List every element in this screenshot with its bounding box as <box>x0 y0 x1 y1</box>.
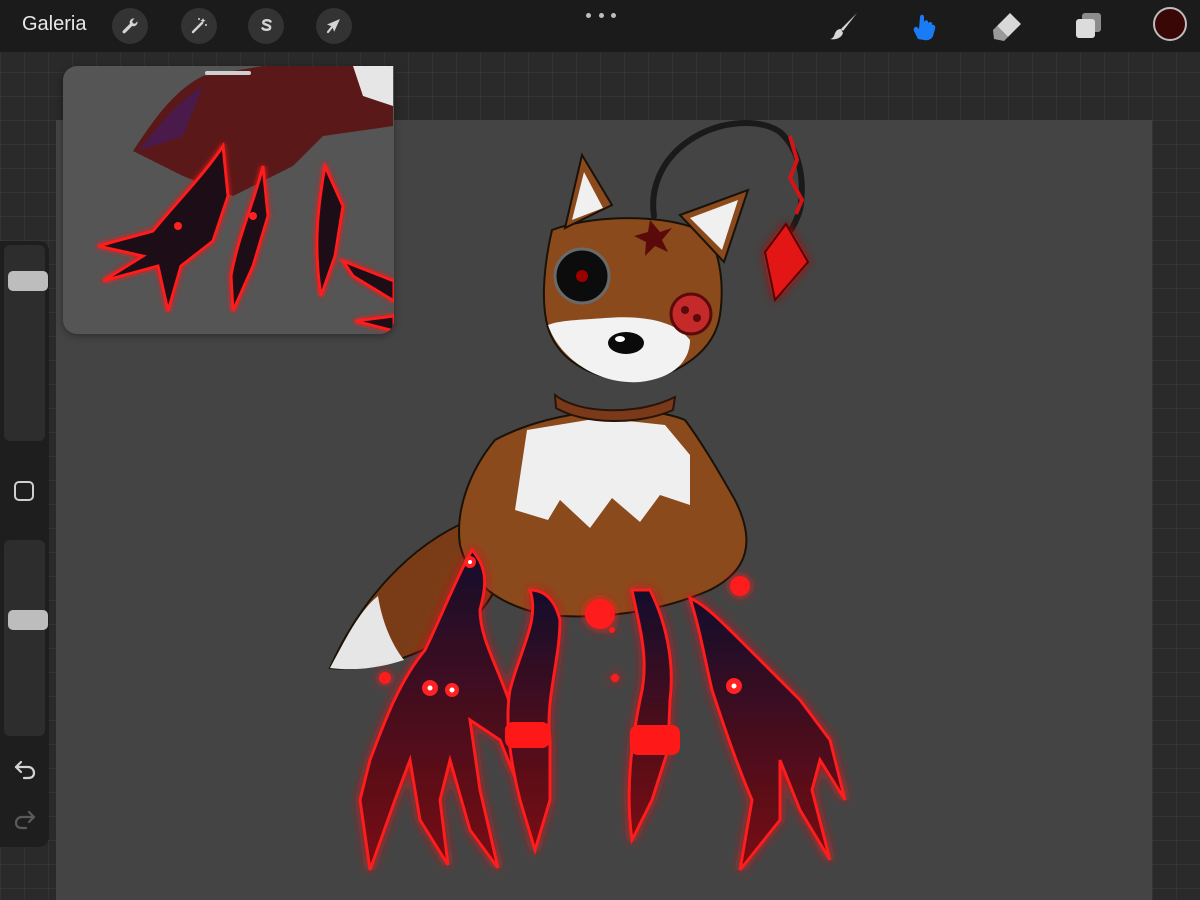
brush-size-slider-thumb[interactable] <box>8 271 48 291</box>
opacity-slider-thumb[interactable] <box>8 610 48 630</box>
undo-arrow-icon[interactable] <box>12 755 38 781</box>
reference-window[interactable] <box>63 66 394 334</box>
brush-size-slider[interactable] <box>4 245 48 441</box>
opacity-slider[interactable] <box>4 540 48 736</box>
modify-button[interactable] <box>14 481 34 501</box>
reference-drag-handle[interactable] <box>205 71 251 75</box>
redo-arrow-icon[interactable] <box>12 805 38 831</box>
sidebar <box>0 241 49 847</box>
reference-image <box>97 66 394 333</box>
